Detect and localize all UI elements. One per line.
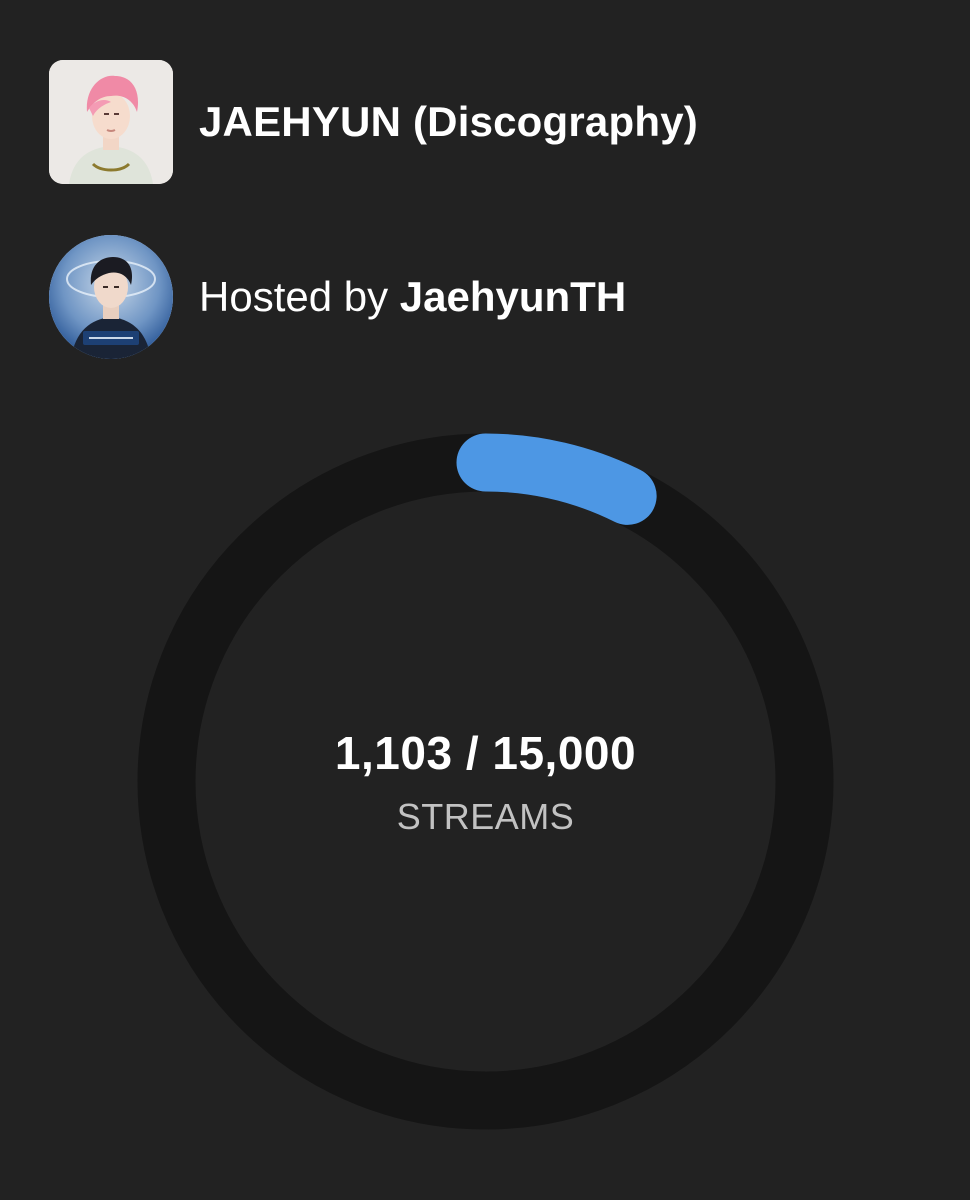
playlist-title[interactable]: JAEHYUN (Discography): [199, 98, 698, 146]
host-prefix-text: Hosted by: [199, 273, 400, 320]
stream-count: 1,103 / 15,000: [334, 726, 637, 779]
host-label: Hosted by JaehyunTH: [199, 273, 626, 321]
progress-center: 1,103 / 15,000 STREAMS: [137, 433, 834, 1130]
stream-progress-ring: 1,103 / 15,000 STREAMS: [137, 433, 834, 1130]
host-avatar-image[interactable]: [49, 235, 173, 359]
stream-unit-label: STREAMS: [396, 795, 575, 837]
host-name-link[interactable]: JaehyunTH: [400, 273, 626, 320]
playlist-header: JAEHYUN (Discography): [49, 60, 698, 184]
playlist-cover-image[interactable]: [49, 60, 173, 184]
host-row: Hosted by JaehyunTH: [49, 235, 626, 359]
